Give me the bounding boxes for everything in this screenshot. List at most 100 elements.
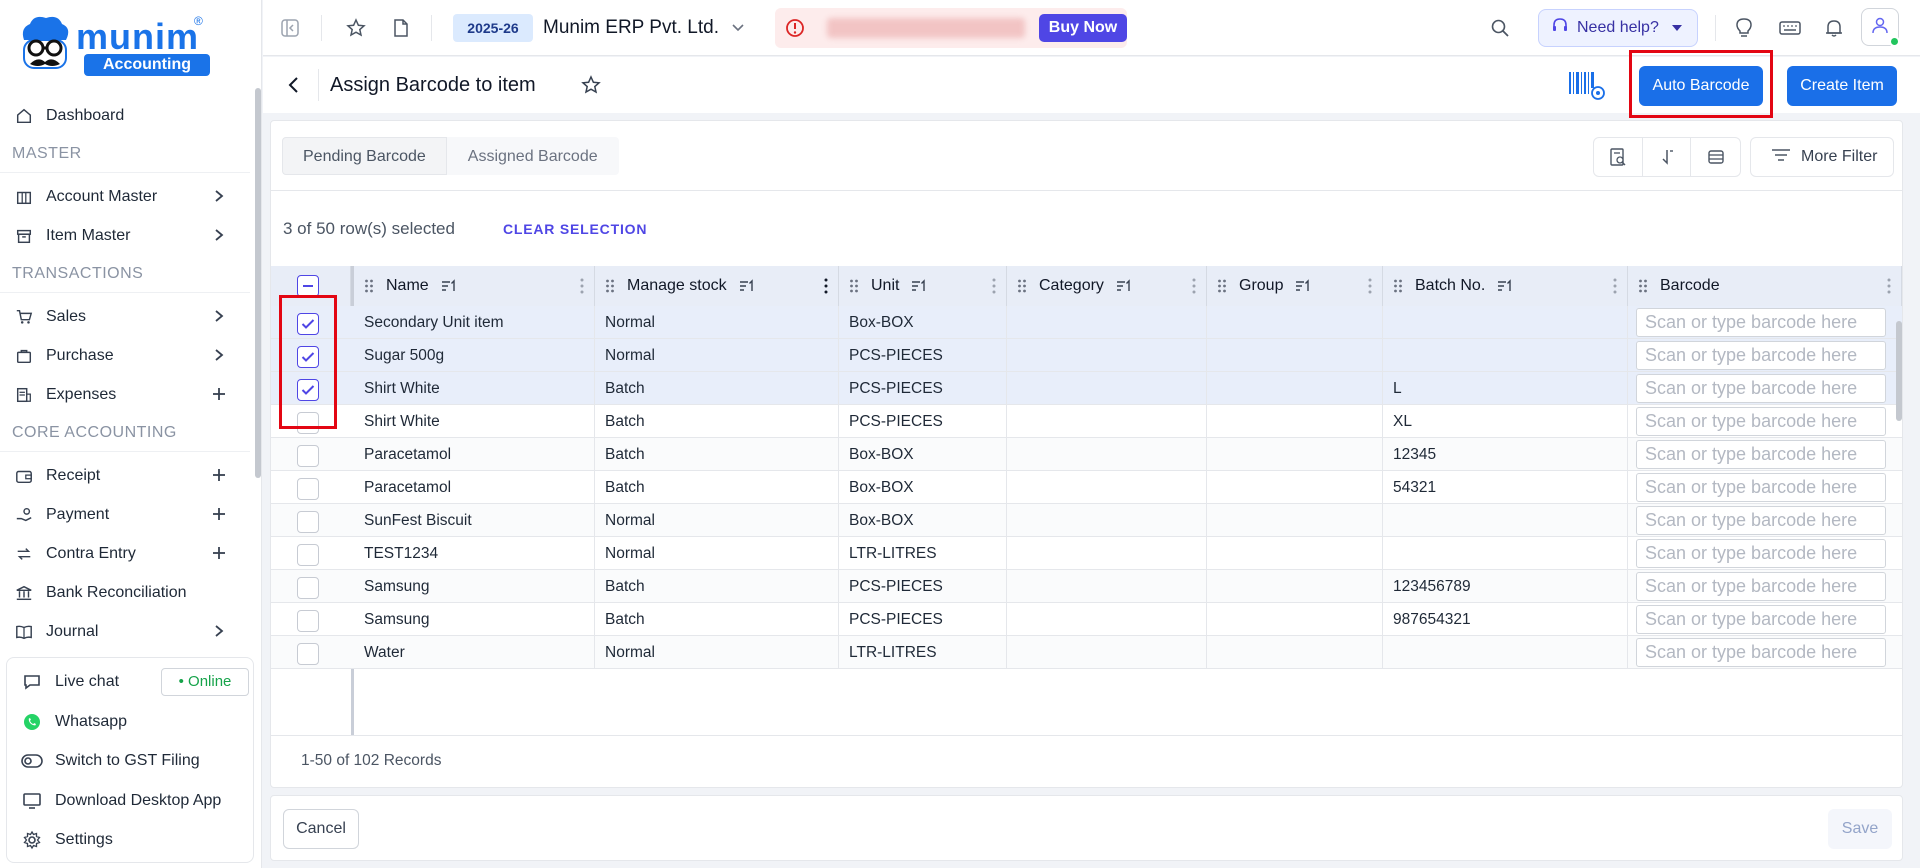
col-batch-no-header[interactable]: Batch No. (1383, 266, 1628, 306)
bell-icon[interactable] (1819, 13, 1849, 43)
sidebar-item-purchase[interactable]: Purchase (0, 336, 250, 375)
table-row[interactable]: Shirt White Batch PCS-PIECES XL Scan or type… (271, 405, 1902, 438)
table-row[interactable]: Shirt White Batch PCS-PIECES L Scan or type … (271, 372, 1902, 405)
table-row[interactable]: Sugar 500g Normal PCS-PIECES Scan or type b… (271, 339, 1902, 372)
keyboard-icon[interactable] (1775, 13, 1805, 43)
sidebar-item-item-master[interactable]: Item Master (0, 216, 250, 255)
star-icon[interactable] (341, 13, 371, 43)
drag-handle-icon[interactable] (1638, 279, 1652, 293)
table-scrollbar[interactable] (1896, 321, 1902, 421)
more-filter-button[interactable]: More Filter (1750, 137, 1894, 177)
tab-pending-barcode[interactable]: Pending Barcode (282, 137, 447, 175)
plus-icon[interactable] (210, 505, 228, 523)
barcode-input[interactable]: Scan or type barcode here (1636, 407, 1886, 436)
company-selector[interactable]: Munim ERP Pvt. Ltd. (543, 14, 719, 42)
row-checkbox[interactable] (297, 445, 319, 467)
plus-icon[interactable] (210, 466, 228, 484)
sort-icon[interactable] (1116, 279, 1132, 293)
tab-assigned-barcode[interactable]: Assigned Barcode (446, 137, 619, 175)
need-help-button[interactable]: Need help? (1538, 9, 1698, 47)
sort-order-icon[interactable] (1643, 138, 1692, 176)
column-menu-icon[interactable] (992, 278, 996, 294)
column-menu-icon[interactable] (580, 278, 584, 294)
buy-now-button[interactable]: Buy Now (1039, 14, 1127, 42)
barcode-input[interactable]: Scan or type barcode here (1636, 374, 1886, 403)
column-menu-icon[interactable] (1368, 278, 1372, 294)
table-row[interactable]: TEST1234 Normal LTR-LITRES Scan or type bar… (271, 537, 1902, 570)
drag-handle-icon[interactable] (1393, 279, 1407, 293)
sidebar-item-receipt[interactable]: Receipt (0, 456, 250, 495)
plus-icon[interactable] (210, 544, 228, 562)
user-avatar[interactable] (1861, 8, 1900, 47)
table-row[interactable]: Paracetamol Batch Box-BOX 12345 Scan or type… (271, 438, 1902, 471)
sidebar-item-expenses[interactable]: Expenses (0, 375, 250, 414)
sort-icon[interactable] (441, 279, 457, 293)
col-unit-header[interactable]: Unit (839, 266, 1007, 306)
column-menu-icon[interactable] (1613, 278, 1617, 294)
sidebar-scrollbar[interactable] (255, 88, 261, 478)
drag-handle-icon[interactable] (605, 279, 619, 293)
drag-handle-icon[interactable] (849, 279, 863, 293)
column-menu-icon[interactable] (1887, 278, 1891, 294)
drag-handle-icon[interactable] (1217, 279, 1231, 293)
favorite-star-icon[interactable] (577, 71, 605, 99)
column-layout-icon[interactable] (1691, 138, 1740, 176)
export-report-icon[interactable] (1594, 138, 1643, 176)
sort-icon[interactable] (911, 279, 927, 293)
barcode-input[interactable]: Scan or type barcode here (1636, 506, 1886, 535)
cancel-button[interactable]: Cancel (283, 809, 359, 849)
sidebar-item-account-master[interactable]: Account Master (0, 177, 250, 216)
whatsapp-link[interactable]: Whatsapp (7, 702, 253, 741)
switch-gst-link[interactable]: Switch to GST Filing (7, 741, 253, 780)
download-desktop-link[interactable]: Download Desktop App (7, 781, 253, 820)
row-checkbox[interactable] (297, 478, 319, 500)
search-icon[interactable] (1485, 13, 1515, 43)
row-checkbox[interactable] (297, 610, 319, 632)
row-checkbox[interactable] (297, 511, 319, 533)
barcode-settings-icon[interactable] (1565, 65, 1609, 105)
clear-selection-link[interactable]: CLEAR SELECTION (503, 217, 647, 241)
barcode-input[interactable]: Scan or type barcode here (1636, 638, 1886, 667)
sidebar-item-journal[interactable]: Journal (0, 612, 250, 651)
plus-icon[interactable] (210, 385, 228, 403)
auto-barcode-button[interactable]: Auto Barcode (1639, 66, 1763, 106)
sidebar-item-bank-reconciliation[interactable]: Bank Reconciliation (0, 573, 250, 612)
table-row[interactable]: Paracetamol Batch Box-BOX 54321 Scan or type… (271, 471, 1902, 504)
document-icon[interactable] (386, 13, 416, 43)
sidebar-item-payment[interactable]: Payment (0, 495, 250, 534)
column-menu-icon[interactable] (824, 278, 828, 294)
barcode-input[interactable]: Scan or type barcode here (1636, 473, 1886, 502)
lightbulb-icon[interactable] (1729, 13, 1759, 43)
col-group-header[interactable]: Group (1207, 266, 1383, 306)
sidebar-item-dashboard[interactable]: Dashboard (0, 96, 250, 135)
barcode-input[interactable]: Scan or type barcode here (1636, 605, 1886, 634)
drag-handle-icon[interactable] (364, 279, 378, 293)
row-checkbox[interactable] (297, 577, 319, 599)
row-checkbox[interactable] (297, 643, 319, 665)
table-row[interactable]: SunFest Biscuit Normal Box-BOX Scan or type… (271, 504, 1902, 537)
col-manage-stock-header[interactable]: Manage stock (595, 266, 839, 306)
brand-logo[interactable]: munim ® Accounting (18, 14, 210, 78)
barcode-input[interactable]: Scan or type barcode here (1636, 572, 1886, 601)
sort-icon[interactable] (739, 279, 755, 293)
sidebar-item-contra-entry[interactable]: Contra Entry (0, 534, 250, 573)
table-row[interactable]: Secondary Unit item Normal Box-BOX Scan or … (271, 306, 1902, 339)
table-row[interactable]: Samsung Batch PCS-PIECES 987654321 Scan or t… (271, 603, 1902, 636)
sidebar-item-sales[interactable]: Sales (0, 297, 250, 336)
create-item-button[interactable]: Create Item (1787, 66, 1897, 106)
barcode-input[interactable]: Scan or type barcode here (1636, 341, 1886, 370)
col-category-header[interactable]: Category (1007, 266, 1207, 306)
collapse-sidebar-icon[interactable] (275, 13, 305, 43)
barcode-input[interactable]: Scan or type barcode here (1636, 539, 1886, 568)
chevron-down-icon[interactable] (723, 13, 753, 43)
table-row[interactable]: Water Normal LTR-LITRES Scan or type barcod… (271, 636, 1902, 669)
save-button[interactable]: Save (1828, 809, 1892, 849)
back-arrow-icon[interactable] (279, 71, 307, 99)
select-all-checkbox[interactable] (297, 275, 319, 297)
financial-year-badge[interactable]: 2025-26 (453, 14, 533, 42)
row-checkbox[interactable] (297, 544, 319, 566)
barcode-input[interactable]: Scan or type barcode here (1636, 440, 1886, 469)
barcode-input[interactable]: Scan or type barcode here (1636, 308, 1886, 337)
col-barcode-header[interactable]: Barcode (1628, 266, 1902, 306)
settings-link[interactable]: Settings (7, 820, 253, 859)
